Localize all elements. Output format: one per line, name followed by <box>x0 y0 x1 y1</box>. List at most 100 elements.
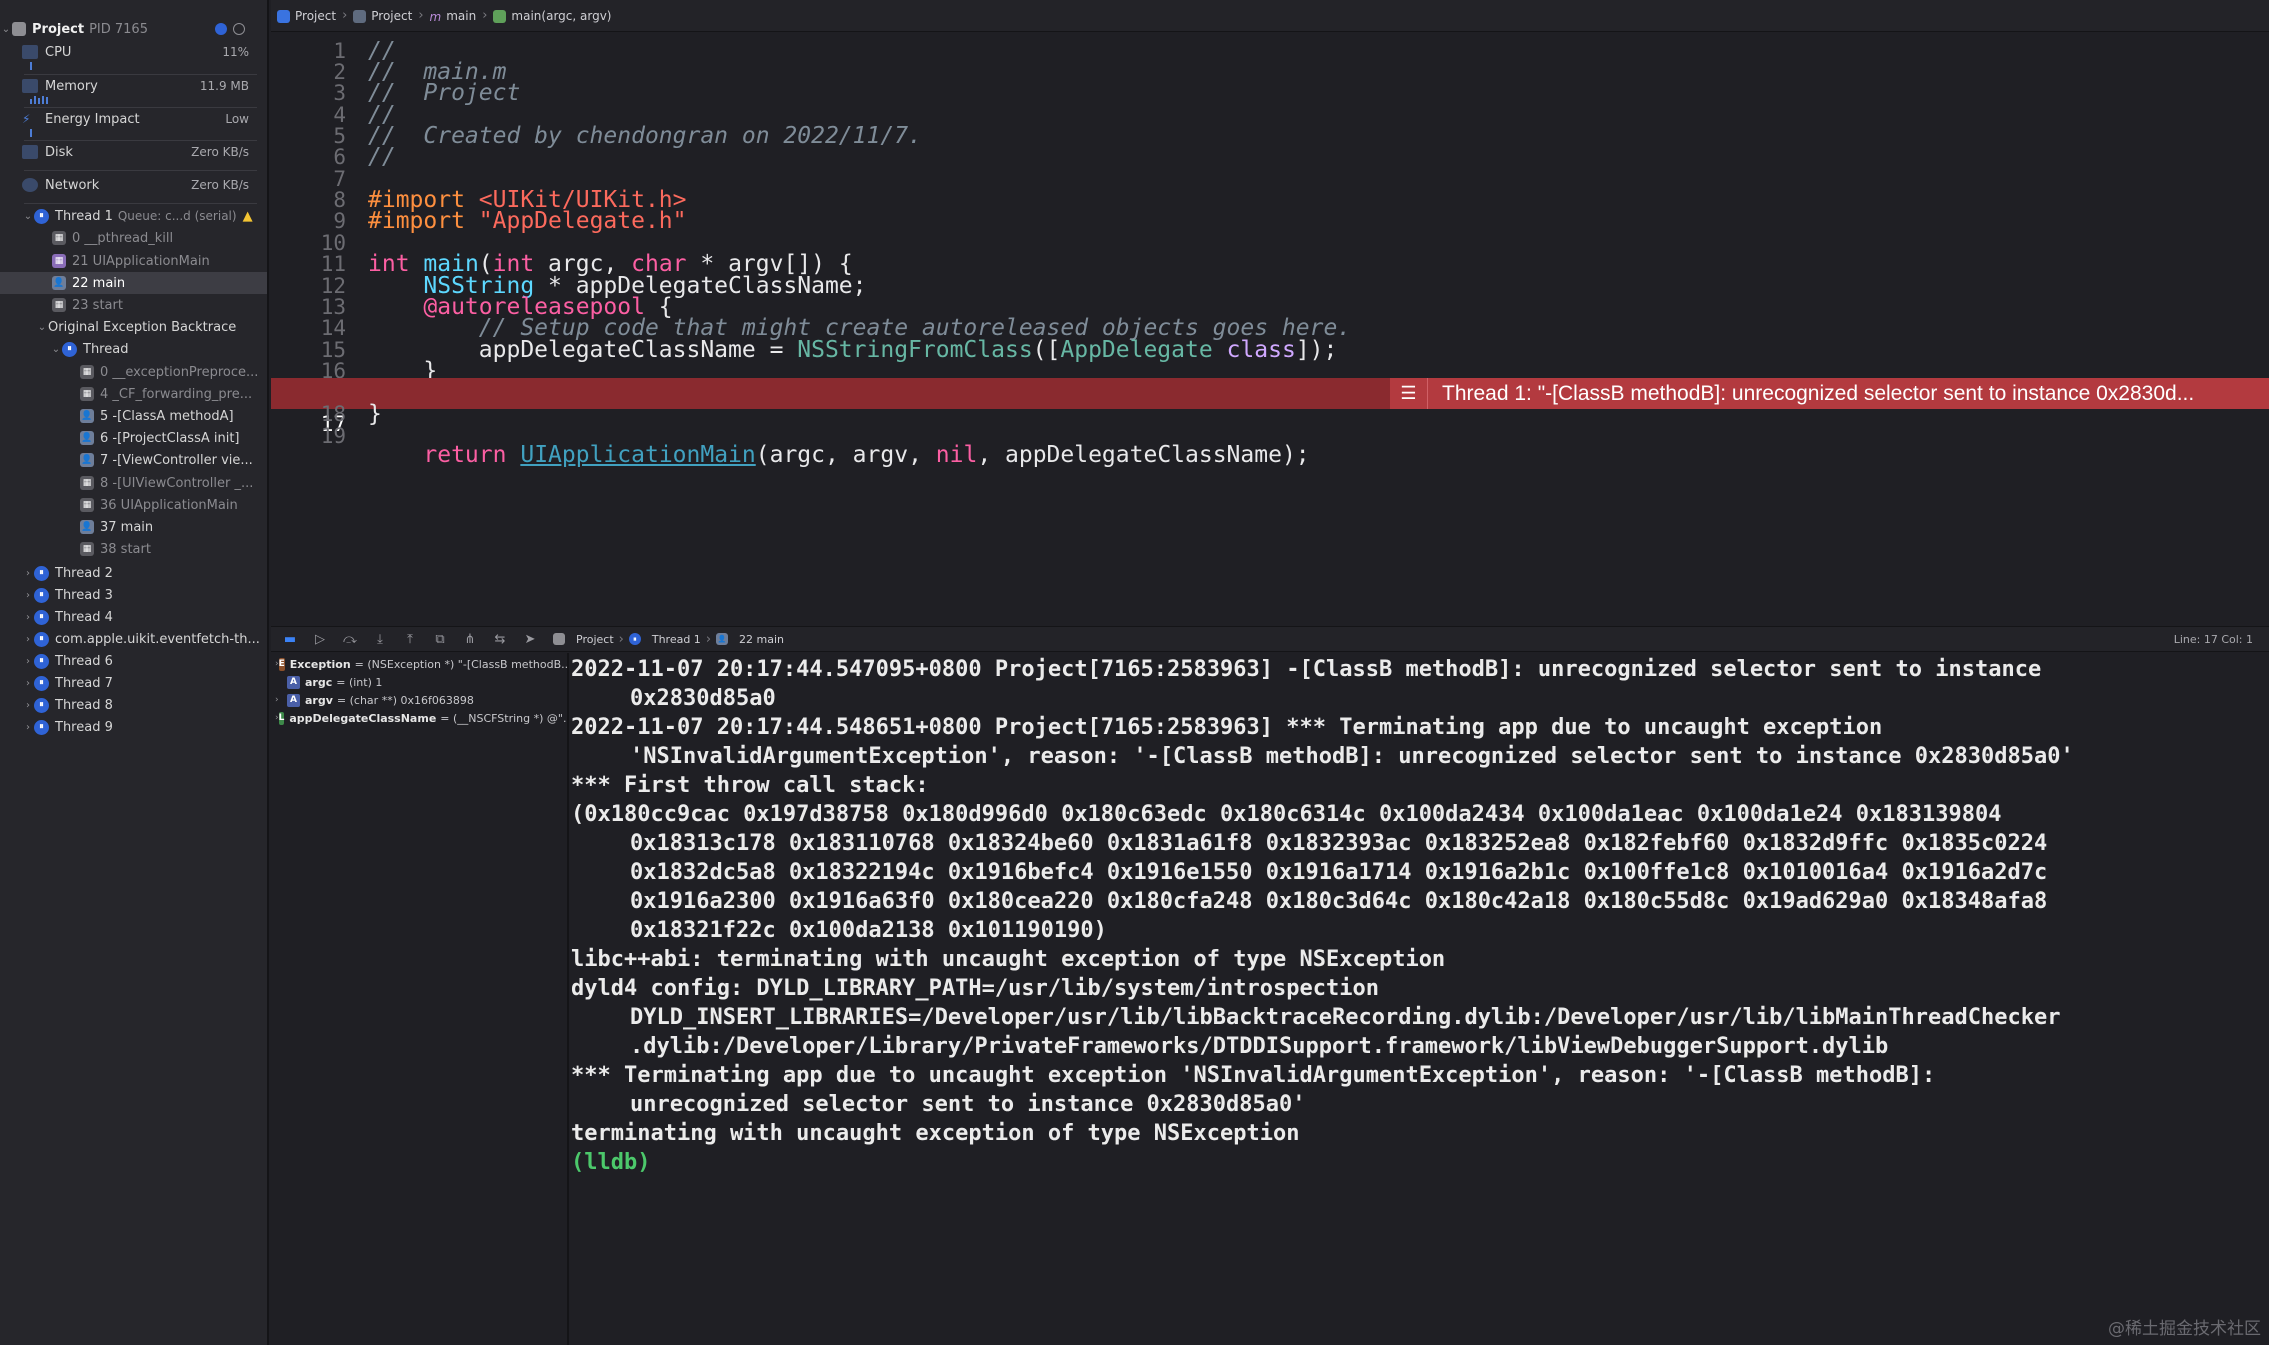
jump-bar-item[interactable]: Project <box>353 9 412 23</box>
console-line: 0x18321f22c 0x100da2138 0x101190190) <box>630 918 1107 943</box>
chevron-right-icon[interactable]: › <box>22 678 34 689</box>
variable-row[interactable]: A argc = (int) 1 <box>271 673 567 691</box>
thread-row[interactable]: › ⏸ Thread 4 <box>0 606 267 628</box>
frame-row[interactable]: ▦ 21 UIApplicationMain <box>0 250 267 272</box>
console-line: DYLD_INSERT_LIBRARIES=/Developer/usr/lib… <box>630 1005 2061 1030</box>
thread-row[interactable]: › ⏸ Thread 8 <box>0 694 267 716</box>
frame-row[interactable]: 👤 37 main <box>0 516 267 538</box>
frame-row[interactable]: ▦ 0 __pthread_kill <box>0 227 267 249</box>
variables-view[interactable]: › E Exception = (NSException *) "-[Class… <box>271 653 569 1345</box>
system-frame-icon: ▦ <box>80 365 94 379</box>
frame-row[interactable]: 👤 7 -[ViewController vie... <box>0 449 267 471</box>
frame-row[interactable]: ▦ 36 UIApplicationMain <box>0 494 267 516</box>
argument-badge-icon: A <box>287 675 300 689</box>
chevron-right-icon[interactable]: › <box>22 722 34 733</box>
location-icon[interactable]: ➤ <box>519 632 541 647</box>
memory-graph-icon[interactable]: ⋔ <box>459 632 481 647</box>
chevron-right-icon[interactable]: › <box>275 695 287 705</box>
frame-label: 36 UIApplicationMain <box>100 497 238 513</box>
debug-path-item[interactable]: Project <box>576 633 614 646</box>
cpu-gauge-icon <box>22 45 38 59</box>
chevron-down-icon[interactable]: ⌄ <box>50 344 62 355</box>
console-line: *** First throw call stack: <box>571 773 929 798</box>
thread-row[interactable]: › ⏸ Thread 9 <box>0 716 267 738</box>
frame-row[interactable]: 👤 6 -[ProjectClassA init] <box>0 427 267 449</box>
backtrace-label: Original Exception Backtrace <box>48 319 237 335</box>
frame-row[interactable]: ▦ 0 __exceptionPreproce... <box>0 361 267 383</box>
chevron-right-icon[interactable]: › <box>22 590 34 601</box>
chevron-right-icon[interactable]: › <box>22 656 34 667</box>
chevron-right-icon[interactable]: › <box>22 612 34 623</box>
gauge-label: Memory <box>45 78 98 94</box>
filter-icon[interactable] <box>215 23 227 35</box>
chevron-down-icon[interactable]: ⌄ <box>22 211 34 222</box>
system-frame-icon: ▦ <box>80 387 94 401</box>
debug-path-item[interactable]: 22 main <box>739 633 784 646</box>
frame-label: 5 -[ClassA methodA] <box>100 408 234 424</box>
project-icon <box>277 9 290 23</box>
frame-label: 38 start <box>100 541 151 557</box>
thread-row[interactable]: › ⏸ Thread 2 <box>0 562 267 584</box>
frame-row-selected[interactable]: 👤 22 main <box>0 272 267 294</box>
chevron-down-icon[interactable]: ⌄ <box>36 322 48 333</box>
jump-bar-item[interactable]: Project <box>277 9 336 23</box>
user-frame-icon: 👤 <box>80 453 94 467</box>
jump-bar: Project › Project › m main › main(argc, a… <box>271 0 2269 32</box>
frame-row[interactable]: ▦ 8 -[UIViewController _... <box>0 472 267 494</box>
thread-icon: ⏸ <box>34 565 49 581</box>
toggle-console-icon[interactable]: ▬ <box>279 632 301 647</box>
thread-label: Thread 6 <box>55 653 113 669</box>
options-icon[interactable] <box>233 23 245 35</box>
step-over-icon[interactable]: ⤼ <box>339 632 361 647</box>
variable-row[interactable]: › A argv = (char **) 0x16f063898 <box>271 691 567 709</box>
gauge-network[interactable]: Network Zero KB/s <box>0 174 267 196</box>
frame-row[interactable]: ▦ 38 start <box>0 538 267 560</box>
source-editor[interactable]: 1// 2// main.m 3// Project 4// 5// Creat… <box>271 33 2269 625</box>
thread-1-row[interactable]: ⌄ ⏸ Thread 1 Queue: c...d (serial) ▲ <box>0 205 267 227</box>
step-out-icon[interactable]: ⤒ <box>399 632 421 647</box>
chevron-right-icon: › <box>705 631 712 647</box>
gauge-energy[interactable]: ⚡ Energy Impact Low <box>0 108 267 130</box>
step-into-icon[interactable]: ⤓ <box>369 632 391 647</box>
thread-row[interactable]: › ⏸ Thread 3 <box>0 584 267 606</box>
thread-row[interactable]: › ⏸ Thread 6 <box>0 650 267 672</box>
nav-project-row[interactable]: ⌄ Project PID 7165 <box>0 18 267 40</box>
frame-row[interactable]: 👤 5 -[ClassA methodA] <box>0 405 267 427</box>
disk-gauge-icon <box>22 145 38 159</box>
environment-icon[interactable]: ⇆ <box>489 632 511 647</box>
thread-icon: ⏸ <box>34 653 49 669</box>
gauge-cpu[interactable]: CPU 11% <box>0 41 267 63</box>
chevron-right-icon[interactable]: › <box>22 700 34 711</box>
chevron-right-icon[interactable]: › <box>22 634 34 645</box>
console-output[interactable]: 2022-11-07 20:17:44.547095+0800 Project[… <box>571 653 2269 1345</box>
folder-icon <box>353 9 367 23</box>
debug-path-item[interactable]: Thread 1 <box>652 633 701 646</box>
thread-row[interactable]: › ⏸ com.apple.uikit.eventfetch-th... <box>0 628 267 650</box>
console-line: unrecognized selector sent to instance 0… <box>630 1092 1306 1117</box>
console-line: 0x18313c178 0x183110768 0x18324be60 0x18… <box>630 831 2048 856</box>
console-line: 0x1916a2300 0x1916a63f0 0x180cea220 0x18… <box>630 889 2048 914</box>
jump-bar-item[interactable]: main(argc, argv) <box>493 9 611 23</box>
local-badge-icon: L <box>278 711 285 725</box>
chevron-right-icon[interactable]: › <box>22 568 34 579</box>
frame-row[interactable]: ▦ 4 _CF_forwarding_pre... <box>0 383 267 405</box>
frame-label: 0 __exceptionPreproce... <box>100 364 259 380</box>
lldb-prompt[interactable]: (lldb) <box>571 1148 2269 1177</box>
variable-row[interactable]: › E Exception = (NSException *) "-[Class… <box>271 655 567 673</box>
cursor-position: Line: 17 Col: 1 <box>2173 632 2253 646</box>
chevron-down-icon[interactable]: ⌄ <box>0 24 12 35</box>
backtrace-thread-row[interactable]: ⌄ ⏸ Thread <box>0 338 267 360</box>
console-line: (0x180cc9cac 0x197d38758 0x180d996d0 0x1… <box>571 802 2002 827</box>
jump-bar-item[interactable]: m main <box>430 9 477 24</box>
view-hierarchy-icon[interactable]: ⧉ <box>429 632 451 647</box>
continue-icon[interactable]: ▷ <box>309 632 331 647</box>
variable-row[interactable]: › L appDelegateClassName = (__NSCFString… <box>271 709 567 727</box>
frame-row[interactable]: ▦ 23 start <box>0 294 267 316</box>
thread-label: Thread 3 <box>55 587 113 603</box>
backtrace-row[interactable]: ⌄ Original Exception Backtrace <box>0 316 267 338</box>
main-area: Project › Project › m main › main(argc, a… <box>271 0 2269 1345</box>
gauge-memory[interactable]: Memory 11.9 MB <box>0 75 267 97</box>
system-frame-icon: ▦ <box>52 231 66 245</box>
thread-row[interactable]: › ⏸ Thread 7 <box>0 672 267 694</box>
gauge-disk[interactable]: Disk Zero KB/s <box>0 141 267 163</box>
